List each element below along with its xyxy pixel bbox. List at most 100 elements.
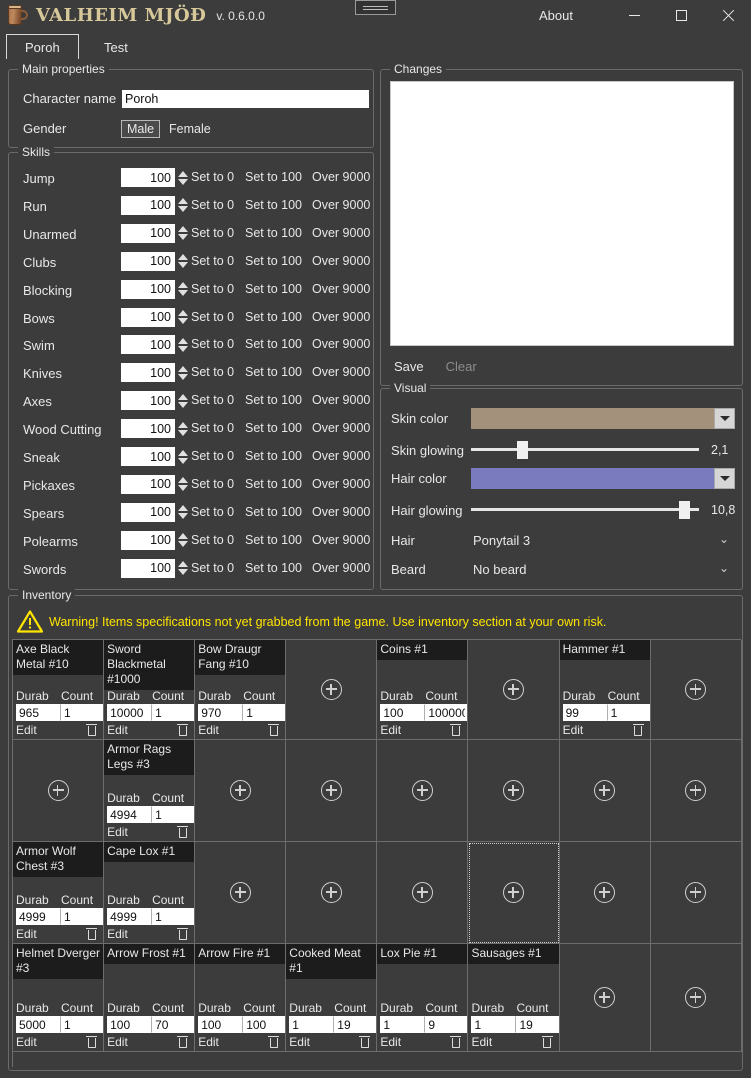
- count-input[interactable]: [61, 1016, 104, 1033]
- skill-spinner-buttons[interactable]: [175, 223, 190, 243]
- add-item-icon[interactable]: [685, 780, 707, 801]
- chevron-up-icon[interactable]: [177, 198, 188, 205]
- chevron-up-icon[interactable]: [177, 365, 188, 372]
- inventory-item-slot[interactable]: Helmet Dverger #3 Durab Count Edit: [13, 944, 105, 1052]
- durability-input[interactable]: [107, 806, 153, 823]
- slider-knob[interactable]: [679, 501, 691, 519]
- inventory-empty-slot[interactable]: [13, 740, 105, 842]
- item-edit-button[interactable]: Edit: [16, 927, 37, 941]
- skill-value-stepper[interactable]: [121, 391, 191, 411]
- inventory-empty-slot[interactable]: [650, 842, 742, 944]
- chevron-down-icon[interactable]: [177, 541, 188, 548]
- minimize-button[interactable]: [611, 0, 657, 31]
- skill-over-9000-button[interactable]: Over 9000: [312, 421, 370, 435]
- skill-value-input[interactable]: [121, 223, 175, 243]
- inventory-item-slot[interactable]: Cooked Meat #1 Durab Count Edit: [286, 944, 378, 1052]
- trash-icon[interactable]: [86, 723, 98, 737]
- skill-set-to-0-button[interactable]: Set to 0: [191, 198, 234, 212]
- add-item-icon[interactable]: [594, 882, 616, 903]
- item-edit-button[interactable]: Edit: [198, 1035, 219, 1049]
- durability-input[interactable]: [198, 704, 244, 721]
- hair-color-swatch[interactable]: [471, 468, 714, 489]
- inventory-empty-slot[interactable]: [559, 842, 651, 944]
- skill-value-stepper[interactable]: [121, 307, 191, 327]
- skill-value-input[interactable]: [121, 168, 175, 187]
- item-edit-button[interactable]: Edit: [107, 1035, 128, 1049]
- skill-set-to-100-button[interactable]: Set to 100: [245, 393, 302, 407]
- inventory-empty-slot[interactable]: [650, 640, 742, 740]
- inventory-empty-slot[interactable]: [468, 640, 560, 740]
- hair-glowing-slider[interactable]: [471, 500, 699, 519]
- skill-spinner-buttons[interactable]: [175, 558, 190, 578]
- window-drag-handle[interactable]: [355, 0, 396, 15]
- skill-value-input[interactable]: [121, 251, 175, 271]
- item-edit-button[interactable]: Edit: [198, 723, 219, 737]
- trash-icon[interactable]: [450, 1035, 462, 1049]
- chevron-down-icon[interactable]: [177, 401, 188, 408]
- skill-set-to-100-button[interactable]: Set to 100: [245, 421, 302, 435]
- item-edit-button[interactable]: Edit: [16, 1035, 37, 1049]
- skill-set-to-0-button[interactable]: Set to 0: [191, 282, 234, 296]
- add-item-icon[interactable]: [47, 780, 69, 801]
- skin-glowing-slider[interactable]: [471, 440, 699, 459]
- count-input[interactable]: [607, 704, 650, 721]
- skill-set-to-0-button[interactable]: Set to 0: [191, 226, 234, 240]
- durability-input[interactable]: [16, 704, 61, 721]
- count-input[interactable]: [243, 704, 286, 721]
- count-input[interactable]: [152, 704, 195, 721]
- chevron-down-icon[interactable]: [177, 513, 188, 520]
- skill-spinner-buttons[interactable]: [175, 195, 190, 215]
- inventory-item-slot[interactable]: Sausages #1 Durab Count Edit: [468, 944, 560, 1052]
- item-edit-button[interactable]: Edit: [289, 1035, 310, 1049]
- inventory-item-slot[interactable]: Armor Wolf Chest #3 Durab Count Edit: [13, 842, 105, 944]
- item-edit-button[interactable]: Edit: [107, 825, 128, 839]
- skill-spinner-buttons[interactable]: [175, 391, 190, 411]
- hair-color-dropdown-button[interactable]: [714, 468, 735, 489]
- chevron-down-icon[interactable]: ⌄: [719, 561, 729, 575]
- inventory-item-slot[interactable]: Armor Rags Legs #3 Durab Count Edit: [104, 740, 196, 842]
- skill-value-input[interactable]: [121, 447, 175, 466]
- inventory-item-slot[interactable]: Coins #1 Durab Count Edit: [377, 640, 469, 740]
- count-input[interactable]: [516, 1016, 559, 1033]
- trash-icon[interactable]: [268, 1035, 280, 1049]
- skin-color-swatch[interactable]: [471, 408, 714, 429]
- close-button[interactable]: [705, 0, 751, 31]
- skill-set-to-100-button[interactable]: Set to 100: [245, 365, 302, 379]
- inventory-empty-slot[interactable]: [195, 842, 287, 944]
- chevron-down-icon[interactable]: ⌄: [719, 532, 729, 546]
- count-input[interactable]: [425, 704, 468, 721]
- count-input[interactable]: [152, 1016, 195, 1033]
- tab-poroh[interactable]: Poroh: [6, 34, 79, 60]
- chevron-up-icon[interactable]: [177, 505, 188, 512]
- chevron-down-icon[interactable]: [177, 262, 188, 269]
- skill-over-9000-button[interactable]: Over 9000: [312, 198, 370, 212]
- skill-value-stepper[interactable]: [121, 223, 191, 243]
- skill-value-input[interactable]: [121, 195, 175, 215]
- trash-icon[interactable]: [632, 723, 644, 737]
- skill-over-9000-button[interactable]: Over 9000: [312, 337, 370, 351]
- skill-set-to-100-button[interactable]: Set to 100: [245, 337, 302, 351]
- count-input[interactable]: [243, 1016, 286, 1033]
- slider-knob[interactable]: [516, 441, 528, 459]
- skill-set-to-100-button[interactable]: Set to 100: [245, 226, 302, 240]
- durability-input[interactable]: [16, 908, 61, 925]
- skill-spinner-buttons[interactable]: [175, 279, 190, 299]
- trash-icon[interactable]: [86, 1035, 98, 1049]
- chevron-down-icon[interactable]: [177, 373, 188, 380]
- inventory-item-slot[interactable]: Arrow Fire #1 Durab Count Edit: [195, 944, 287, 1052]
- chevron-down-icon[interactable]: [177, 429, 188, 436]
- skill-spinner-buttons[interactable]: [175, 419, 190, 439]
- durability-input[interactable]: [16, 1016, 61, 1033]
- skill-set-to-100-button[interactable]: Set to 100: [245, 282, 302, 296]
- skill-value-stepper[interactable]: [121, 335, 191, 355]
- inventory-empty-slot[interactable]: [286, 842, 378, 944]
- skill-set-to-100-button[interactable]: Set to 100: [245, 505, 302, 519]
- count-input[interactable]: [61, 908, 104, 925]
- skill-spinner-buttons[interactable]: [175, 251, 190, 271]
- skill-spinner-buttons[interactable]: [175, 474, 190, 494]
- inventory-empty-slot[interactable]: [377, 740, 469, 842]
- clear-button[interactable]: Clear: [446, 359, 477, 374]
- skill-set-to-0-button[interactable]: Set to 0: [191, 505, 234, 519]
- tab-test[interactable]: Test: [86, 34, 146, 60]
- skill-spinner-buttons[interactable]: [175, 307, 190, 327]
